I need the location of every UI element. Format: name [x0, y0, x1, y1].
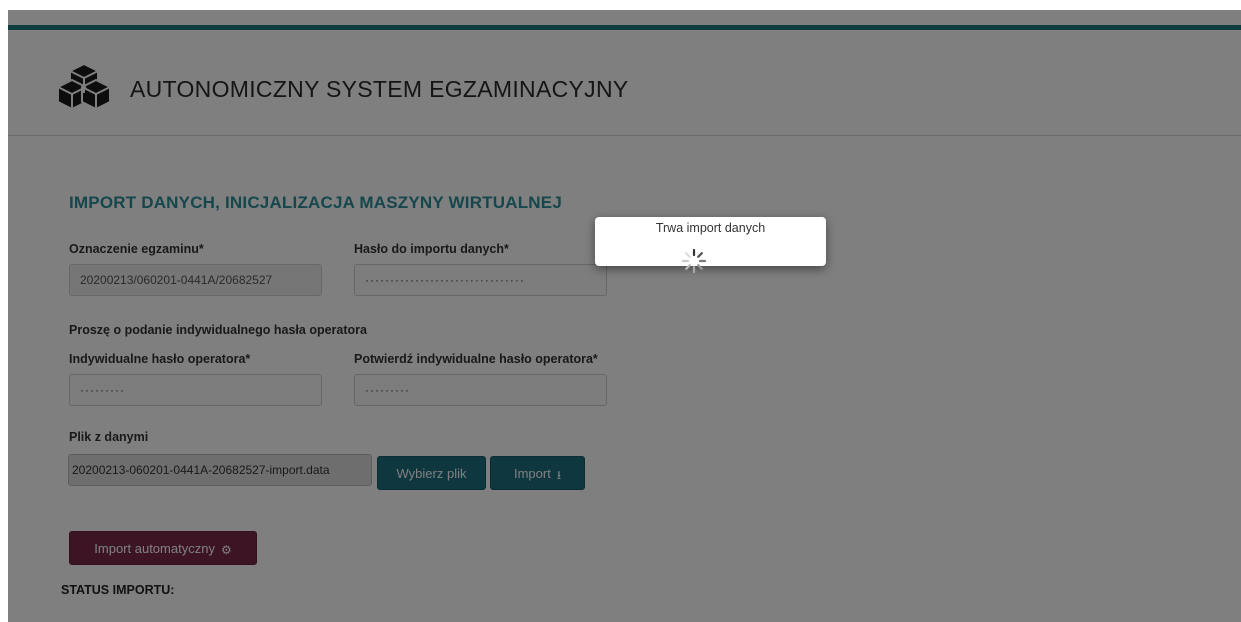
import-progress-dialog: Trwa import danych — [595, 217, 826, 274]
loading-spinner-icon — [681, 248, 707, 274]
modal-backdrop — [8, 10, 1241, 622]
import-progress-message: Trwa import danych — [655, 221, 766, 235]
